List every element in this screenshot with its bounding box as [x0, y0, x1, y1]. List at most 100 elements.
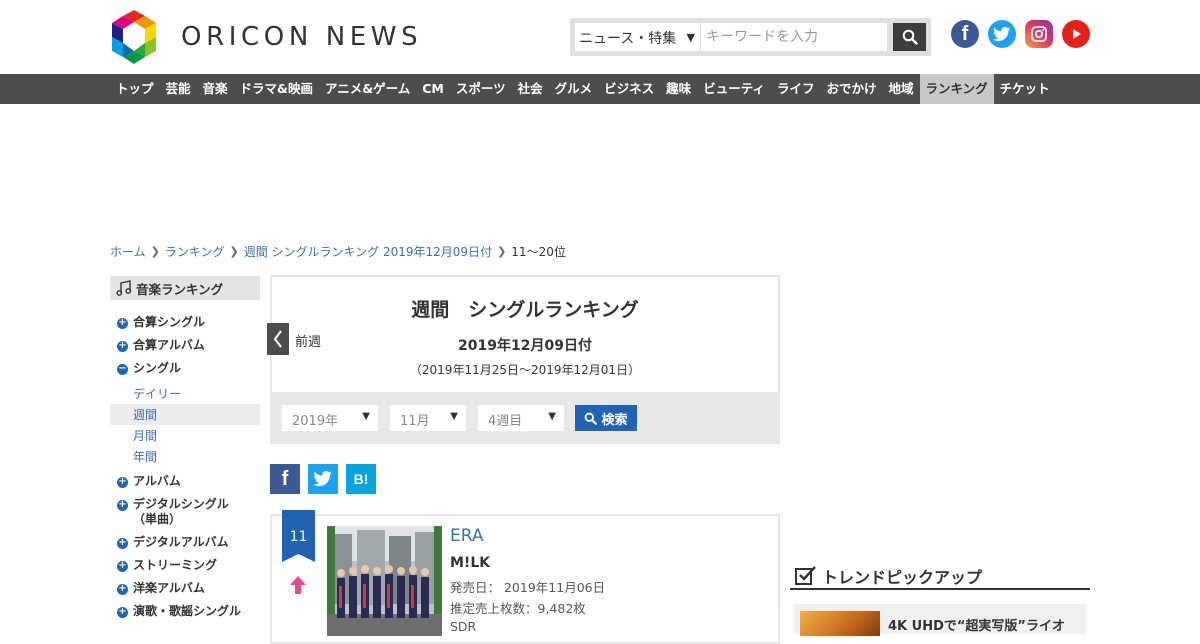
oricon-logo[interactable]	[109, 10, 159, 64]
instagram-icon[interactable]	[1025, 20, 1053, 48]
filter-search-button[interactable]: 検索	[575, 405, 637, 431]
nav-item[interactable]: 音楽	[197, 74, 234, 104]
site-title[interactable]: ORICON NEWS	[181, 22, 422, 52]
week-select-value: 4週目	[488, 414, 523, 429]
search-category-select[interactable]: ニュース・特集 ▼	[575, 23, 700, 51]
sidebar-item-label: 合算シングル	[133, 315, 206, 329]
year-select-value: 2019年	[292, 414, 339, 429]
search-icon	[585, 412, 598, 425]
sidebar-item[interactable]: + アルバム	[117, 474, 181, 489]
facebook-share-icon[interactable]: f	[270, 464, 300, 494]
prev-week-link[interactable]: 前週	[295, 331, 321, 350]
prev-week-button[interactable]	[267, 323, 289, 355]
expand-icon: +	[117, 537, 128, 549]
nav-menu: トップ 芸能 音楽 ドラマ&映画 アニメ&ゲーム CM スポーツ 社会 グルメ ビジネス 趣味 ビュー…	[110, 74, 1056, 104]
ranking-period: （2019年11月25日～2019年12月01日）	[409, 363, 641, 377]
breadcrumb: ホーム ❯ ランキング ❯ 週間 シングルランキング 2019年12月09日付 ❯ 11～2…	[110, 243, 566, 260]
site-header: ORICON NEWS ニュース・特集 ▼ f	[0, 0, 1200, 74]
nav-item[interactable]: CM	[416, 74, 450, 104]
album-cover-image[interactable]	[327, 526, 442, 636]
sidebar-item-label: ストリーミング	[133, 558, 218, 572]
sidebar-item[interactable]: + 演歌・歌謡シングル	[117, 604, 241, 619]
sidebar-item-label: デジタルアルバム	[133, 535, 229, 549]
expand-icon: +	[117, 560, 128, 572]
rank-number: 11	[289, 529, 308, 545]
sidebar-item[interactable]: + 合算シングル	[117, 315, 205, 330]
sidebar-item-label: 演歌・歌謡シングル	[133, 604, 242, 618]
nav-item[interactable]: スポーツ	[450, 74, 512, 104]
sidebar-subitem[interactable]: デイリー	[133, 385, 181, 402]
sidebar-item-label: シングル	[133, 361, 182, 375]
estimated-sales: 推定売上枚数：9,482枚	[450, 601, 586, 616]
youtube-icon[interactable]	[1062, 20, 1090, 48]
nav-item[interactable]: ビジネス	[598, 74, 660, 104]
nav-item[interactable]: ビューティ	[697, 74, 771, 104]
chevron-right-icon: ❯	[497, 245, 507, 258]
trend-article-title[interactable]: 4K UHDで“超実写版”ライオ	[888, 615, 1065, 634]
sidebar-subitem[interactable]: 週間	[133, 406, 157, 423]
trend-article-thumbnail[interactable]	[800, 611, 880, 636]
search-button[interactable]	[893, 23, 926, 51]
nav-item[interactable]: 地域	[882, 74, 919, 104]
ranking-date: 2019年12月09日付	[458, 338, 592, 354]
search-category-label: ニュース・特集	[579, 31, 677, 47]
nav-item[interactable]: ランキング	[919, 74, 994, 104]
sidebar-title-label: 音楽ランキング	[136, 282, 224, 297]
chevron-right-icon: ❯	[229, 245, 239, 258]
nav-item[interactable]: グルメ	[549, 74, 599, 104]
search-icon	[902, 29, 918, 45]
year-select[interactable]: 2019年 ▼	[282, 405, 378, 431]
hatena-bookmark-icon[interactable]: B!	[346, 464, 376, 494]
breadcrumb-link[interactable]: ランキング	[165, 243, 225, 260]
chevron-down-icon: ▼	[686, 31, 695, 44]
page-title: 週間 シングルランキング	[411, 299, 639, 321]
expand-icon: +	[117, 317, 128, 329]
sidebar-item-label: アルバム	[133, 474, 181, 488]
sidebar-item-label: 合算アルバム	[133, 338, 205, 352]
nav-item[interactable]: 芸能	[160, 74, 197, 104]
expand-icon: +	[117, 340, 128, 352]
twitter-icon[interactable]	[988, 20, 1016, 48]
date-filter-bar: 2019年 ▼ 11月 ▼ 4週目 ▼ 検索	[272, 392, 778, 442]
nav-item[interactable]: アニメ&ゲーム	[319, 74, 416, 104]
month-select[interactable]: 11月 ▼	[390, 405, 466, 431]
checkbox-icon	[795, 566, 816, 585]
sidebar-item[interactable]: − シングル	[117, 361, 181, 376]
month-select-value: 11月	[400, 414, 430, 429]
sidebar-item[interactable]: + ストリーミング	[117, 558, 217, 573]
sidebar-item[interactable]: + 合算アルバム	[117, 338, 205, 353]
breadcrumb-link[interactable]: ホーム	[110, 243, 146, 260]
sidebar-item[interactable]: + デジタルシングル （単曲）	[117, 497, 229, 527]
facebook-icon[interactable]: f	[951, 20, 979, 48]
trend-pickup-title: トレンドピックアップ	[822, 568, 983, 587]
expand-icon: +	[117, 476, 128, 488]
sidebar-item-label: 洋楽アルバム	[133, 581, 205, 595]
breadcrumb-link[interactable]: 週間 シングルランキング 2019年12月09日付	[244, 243, 492, 260]
week-select[interactable]: 4週目 ▼	[478, 405, 564, 431]
trend-pickup-heading: トレンドピックアップ	[790, 562, 1090, 590]
filter-search-label: 検索	[601, 412, 628, 428]
search-input[interactable]	[701, 23, 887, 51]
expand-icon: +	[117, 499, 128, 511]
chevron-down-icon: ▼	[450, 411, 458, 422]
nav-item[interactable]: 社会	[512, 74, 549, 104]
nav-item[interactable]: 趣味	[660, 74, 697, 104]
sidebar-item[interactable]: + 洋楽アルバム	[117, 581, 205, 596]
nav-item[interactable]: ライフ	[771, 74, 821, 104]
sidebar-item[interactable]: + デジタルアルバム	[117, 535, 229, 550]
nav-item[interactable]: おでかけ	[820, 74, 882, 104]
nav-item[interactable]: ドラマ&映画	[234, 74, 319, 104]
nav-item[interactable]: トップ	[110, 74, 160, 104]
sidebar-subitem[interactable]: 月間	[133, 427, 157, 444]
sidebar-title: 音楽ランキング	[110, 276, 260, 300]
song-title-link[interactable]: ERA	[450, 526, 484, 546]
artist-name: M!LK	[450, 555, 491, 571]
expand-icon: +	[117, 606, 128, 618]
release-date: 発売日： 2019年11月06日	[450, 580, 606, 595]
nav-item[interactable]: チケット	[994, 74, 1056, 104]
twitter-share-icon[interactable]	[308, 464, 338, 494]
chevron-down-icon: ▼	[362, 411, 370, 422]
ranking-header-panel: 週間 シングルランキング 2019年12月09日付 （2019年11月25日～2…	[270, 275, 780, 444]
sidebar-subitem[interactable]: 年間	[133, 448, 157, 465]
global-nav: トップ 芸能 音楽 ドラマ&映画 アニメ&ゲーム CM スポーツ 社会 グルメ ビジネス 趣味 ビュー…	[0, 74, 1200, 104]
